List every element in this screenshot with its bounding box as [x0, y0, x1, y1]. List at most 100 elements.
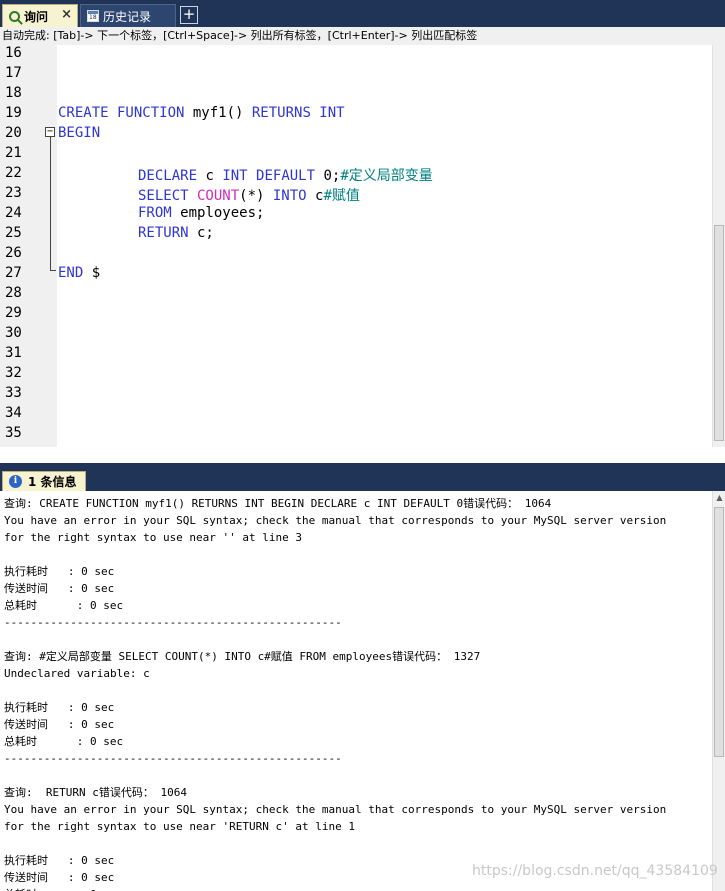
code-line[interactable]: 30	[0, 325, 712, 345]
code-token: (*)	[239, 188, 273, 204]
code-text: CREATE FUNCTION myf1() RETURNS INT	[58, 105, 345, 121]
code-keyword: END	[58, 265, 84, 281]
code-keyword: INTO	[272, 188, 307, 204]
message-line: 执行耗时 : 0 sec	[4, 701, 115, 714]
line-number: 23	[5, 185, 22, 201]
tab-messages-label: 1 条信息	[28, 475, 77, 489]
line-number: 29	[5, 305, 22, 321]
line-number: 21	[5, 145, 22, 161]
message-line: 总耗时 : 0 sec	[4, 599, 124, 612]
code-line[interactable]: 22 DECLARE c INT DEFAULT 0;#定义局部变量	[0, 165, 712, 185]
scroll-up-arrow-icon[interactable]: ▲	[713, 491, 725, 505]
message-line: 查询: RETURN c错误代码： 1064	[4, 786, 187, 799]
message-line: You have an error in your SQL syntax; ch…	[4, 803, 667, 816]
editor-tab-bar: 询问 × 历史记录 +	[0, 0, 725, 27]
message-line: 传送时间 : 0 sec	[4, 718, 115, 731]
code-line[interactable]: 20 BEGIN	[0, 125, 712, 145]
code-keyword: INT DEFAULT	[222, 168, 316, 184]
line-number: 32	[5, 365, 22, 381]
message-line: 传送时间 : 0 sec	[4, 871, 115, 884]
line-number: 22	[5, 165, 22, 181]
line-number: 34	[5, 405, 22, 421]
message-line: ----------------------------------------…	[4, 616, 342, 629]
code-line[interactable]: 31	[0, 345, 712, 365]
tab-query-label: 询问	[24, 9, 49, 24]
code-comment: #赋值	[323, 188, 360, 204]
query-icon	[9, 10, 20, 22]
code-line[interactable]: 24 FROM employees;	[0, 205, 712, 225]
line-number: 26	[5, 245, 22, 261]
line-number: 28	[5, 285, 22, 301]
message-line: for the right syntax to use near 'RETURN…	[4, 820, 355, 833]
code-line[interactable]: 34	[0, 405, 712, 425]
autocomplete-hint: 自动完成: [Tab]-> 下一个标签，[Ctrl+Space]-> 列出所有标…	[0, 27, 725, 45]
message-line: ----------------------------------------…	[4, 752, 342, 765]
editor-vertical-scrollbar[interactable]: ▼	[712, 45, 725, 463]
code-text: FROM employees;	[138, 205, 264, 221]
code-text: RETURN c;	[138, 225, 214, 241]
code-comment: #定义局部变量	[340, 168, 433, 184]
line-number: 18	[5, 85, 22, 101]
tab-history-label: 历史记录	[103, 9, 152, 24]
code-function: COUNT	[188, 188, 240, 204]
code-line[interactable]: 28	[0, 285, 712, 305]
line-number: 20	[5, 125, 22, 141]
messages-output: 查询: CREATE FUNCTION myf1() RETURNS INT B…	[0, 491, 711, 891]
code-line[interactable]: 19 CREATE FUNCTION myf1() RETURNS INT	[0, 105, 712, 125]
results-tab-bar: i 1 条信息	[0, 469, 725, 491]
code-line[interactable]: 29	[0, 305, 712, 325]
code-keyword: SELECT	[138, 188, 189, 204]
fold-guide-end	[50, 270, 56, 271]
calendar-icon	[87, 10, 99, 22]
code-keyword: RETURNS INT	[251, 105, 345, 121]
code-line[interactable]: 35	[0, 425, 712, 445]
code-token: c;	[188, 225, 214, 241]
message-line: 总耗时 : 0 sec	[4, 886, 123, 891]
line-number: 27	[5, 265, 22, 281]
info-icon: i	[9, 475, 22, 488]
code-token: myf1()	[184, 105, 252, 121]
code-line[interactable]: 21	[0, 145, 712, 165]
message-line: 查询: #定义局部变量 SELECT COUNT(*) INTO c#赋值 FR…	[4, 650, 481, 663]
code-line[interactable]: 16	[0, 45, 712, 65]
message-line: 执行耗时 : 0 sec	[4, 854, 115, 867]
tab-history[interactable]: 历史记录	[80, 4, 176, 27]
line-number: 17	[5, 65, 22, 81]
line-number: 31	[5, 345, 22, 361]
code-line[interactable]: 27 END $	[0, 265, 712, 285]
messages-scroll-thumb[interactable]	[714, 507, 724, 757]
code-token: c	[306, 188, 324, 204]
watermark-text: https://blog.csdn.net/qq_43584109	[472, 863, 718, 879]
line-number: 19	[5, 105, 22, 121]
tab-messages[interactable]: i 1 条信息	[2, 471, 86, 491]
code-keyword: RETURN	[138, 225, 189, 241]
message-line: 总耗时 : 0 sec	[4, 735, 124, 748]
fold-guide	[50, 137, 51, 271]
code-line[interactable]: 25 RETURN c;	[0, 225, 712, 245]
code-line[interactable]: 18	[0, 85, 712, 105]
code-token: employees;	[171, 205, 265, 221]
sql-editor[interactable]: 16 17 18 19 CREATE FUNCTION myf1() RETURNS I…	[0, 45, 725, 465]
code-line[interactable]: 17	[0, 65, 712, 85]
tab-query[interactable]: 询问 ×	[2, 4, 78, 27]
close-icon[interactable]: ×	[61, 7, 72, 22]
code-line[interactable]: 26	[0, 245, 712, 265]
editor-scroll-thumb[interactable]	[714, 225, 724, 441]
add-tab-button[interactable]: +	[180, 6, 198, 24]
message-line: 传送时间 : 0 sec	[4, 582, 115, 595]
line-number: 25	[5, 225, 22, 241]
code-line[interactable]: 23 SELECT COUNT(*) INTO c#赋值	[0, 185, 712, 205]
code-keyword: BEGIN	[58, 125, 101, 141]
line-number: 33	[5, 385, 22, 401]
line-number: 35	[5, 425, 22, 441]
code-token: 0;	[315, 168, 341, 184]
messages-vertical-scrollbar[interactable]: ▲	[712, 491, 725, 891]
code-text: SELECT COUNT(*) INTO c#赋值	[138, 185, 360, 205]
code-line[interactable]: 33	[0, 385, 712, 405]
message-line: 查询: CREATE FUNCTION myf1() RETURNS INT B…	[4, 497, 552, 510]
fold-toggle-icon[interactable]: −	[45, 127, 55, 137]
code-text: END $	[58, 265, 100, 281]
message-line: for the right syntax to use near '' at l…	[4, 531, 303, 544]
code-line[interactable]: 32	[0, 365, 712, 385]
code-token: c	[197, 168, 223, 184]
